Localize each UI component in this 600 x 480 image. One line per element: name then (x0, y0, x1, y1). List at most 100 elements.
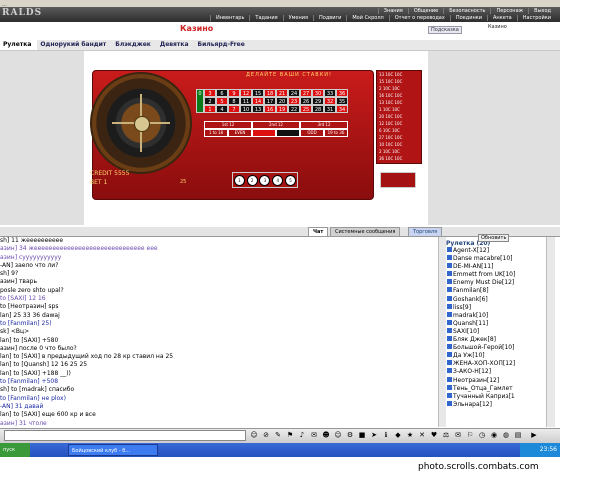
outside-bet[interactable]: 1 to 18 (204, 129, 228, 137)
bet-cell[interactable]: 17 (264, 97, 276, 105)
player-entry[interactable]: З-АКО-Н[12] (446, 368, 546, 376)
player-entry[interactable]: Бляк Джек[8] (446, 336, 546, 344)
player-name[interactable]: Enemy Must Die[12] (453, 279, 514, 286)
group-icon[interactable]: ☺ (334, 431, 342, 440)
player-entry[interactable]: Emmett from UK[10] (446, 271, 546, 279)
player-name[interactable]: DE-MI-AN[11] (453, 263, 493, 270)
player-name[interactable]: Quansh[11] (453, 320, 488, 327)
flag-icon[interactable]: ⚐ (466, 431, 474, 440)
clock-icon[interactable]: ◷ (478, 431, 486, 440)
outside-bet[interactable]: 19 to 36 (324, 129, 348, 137)
game-tab[interactable]: Однорукий бандит (37, 40, 112, 50)
submenu-item[interactable]: Анкета (486, 15, 517, 21)
sound-icon[interactable]: ♪ (298, 431, 306, 440)
bet-cell[interactable]: 15 (252, 89, 264, 97)
bet-cell[interactable]: 22 (288, 105, 300, 113)
bet-cell[interactable]: 2 (204, 97, 216, 105)
start-button[interactable]: пуск (0, 443, 30, 457)
submenu-item[interactable]: Тадания (249, 15, 282, 21)
submenu-item[interactable]: Поединки (449, 15, 487, 21)
outside-bet[interactable]: EVEN (228, 129, 252, 137)
chat-mode-icon[interactable]: ✉ (310, 431, 318, 440)
bet-cell[interactable]: 0 (196, 89, 204, 113)
bet-cell[interactable]: 35 (336, 97, 348, 105)
translit-icon[interactable]: ✎ (274, 431, 282, 440)
bet-cell[interactable]: 34 (336, 105, 348, 113)
bet-cell[interactable]: 9 (228, 89, 240, 97)
chip-button[interactable]: 4 (272, 174, 284, 186)
player-name[interactable]: SAXI[10] (453, 328, 479, 335)
submenu-item[interactable]: Отчет о переводах (388, 15, 450, 21)
bet-cell[interactable]: 12 (240, 89, 252, 97)
bet-cell[interactable]: 1 (204, 105, 216, 113)
bet-cell[interactable]: 36 (336, 89, 348, 97)
player-name[interactable]: Тучанный Каприз[1 (453, 393, 515, 400)
spin-button[interactable] (380, 172, 416, 188)
game-tab[interactable]: Бильярд-Free (195, 40, 251, 50)
menu-item[interactable]: Знания (377, 8, 408, 14)
chip-button[interactable]: 2 (246, 174, 258, 186)
player-name[interactable]: Эльнара[12] (453, 401, 492, 408)
player-entry[interactable]: Тень_Отца_Гамлет (446, 384, 546, 393)
chip-button[interactable]: 1 (233, 174, 245, 186)
submenu-item[interactable]: Подвиги (313, 15, 346, 21)
bet-cell[interactable]: 24 (288, 89, 300, 97)
bet-cell[interactable]: 14 (252, 97, 264, 105)
bet-cell[interactable]: 20 (276, 97, 288, 105)
bet-cell[interactable]: 27 (300, 89, 312, 97)
player-entry[interactable]: Fanmilan[8] (446, 287, 546, 295)
player-name[interactable]: Emmett from UK[10] (453, 271, 515, 278)
player-entry[interactable]: Danse macabre[10] (446, 255, 546, 263)
chip-button[interactable]: 3 (259, 174, 271, 186)
dozen-bet[interactable]: 1st 12 (204, 121, 252, 129)
submenu-item[interactable]: Инвентарь (210, 15, 249, 21)
bet-cell[interactable]: 18 (264, 89, 276, 97)
settings-icon[interactable]: ⚙ (346, 431, 354, 440)
bet-cell[interactable]: 25 (300, 105, 312, 113)
book-icon[interactable]: ▤ (514, 431, 522, 440)
dozen-bet[interactable]: 2nd 12 (252, 121, 300, 129)
arrow-icon[interactable]: ➤ (370, 431, 378, 440)
tab-system-messages[interactable]: Системные сообщения (330, 227, 401, 236)
player-entry[interactable]: ЖЕНА-ХОП-ХОП[12] (446, 360, 546, 368)
bet-cell[interactable]: 21 (276, 89, 288, 97)
player-entry[interactable]: Тучанный Каприз[1 (446, 392, 546, 401)
player-entry[interactable]: DE-MI-AN[11] (446, 263, 546, 271)
refresh-button[interactable]: Обновить (478, 234, 510, 242)
player-entry[interactable]: Эльнара[12] (446, 400, 546, 409)
pin-icon[interactable]: ◉ (490, 431, 498, 440)
bet-cell[interactable]: 32 (324, 97, 336, 105)
player-name[interactable]: Fanmilan[8] (453, 287, 489, 294)
outside-bet[interactable] (252, 129, 276, 137)
player-name[interactable]: Большой-Герой[10] (453, 344, 514, 351)
player-name[interactable]: Goshank[6] (453, 296, 488, 303)
player-name[interactable]: З-АКО-Н[12] (453, 368, 491, 375)
tab-trade[interactable]: Торговля (408, 227, 443, 236)
filter-icon[interactable]: ⚑ (286, 431, 294, 440)
map-icon[interactable]: ◆ (394, 431, 402, 440)
menu-item[interactable]: Общение (407, 8, 443, 14)
dozen-bet[interactable]: 3rd 12 (300, 121, 348, 129)
player-name[interactable]: ЖЕНА-ХОП-ХОП[12] (453, 360, 515, 367)
player-entry[interactable]: Неотразин[12] (446, 376, 546, 385)
player-name[interactable]: liss[9] (453, 304, 471, 311)
bet-cell[interactable]: 16 (264, 105, 276, 113)
player-name[interactable]: Тень_Отца_Гамлет (453, 385, 513, 392)
heart-icon[interactable]: ♥ (430, 431, 438, 440)
player-entry[interactable]: Agent-X[12] (446, 247, 546, 255)
player-name[interactable]: Danse macabre[10] (453, 255, 512, 262)
submenu-item[interactable]: Мой Скролл (346, 15, 388, 21)
player-entry[interactable]: Да Уж[10] (446, 352, 546, 360)
user-icon[interactable]: ☻ (322, 431, 330, 440)
bet-cell[interactable]: 7 (228, 105, 240, 113)
star-icon[interactable]: ★ (406, 431, 414, 440)
player-scrollbar[interactable] (546, 237, 555, 427)
bet-cell[interactable]: 6 (216, 89, 228, 97)
info-icon[interactable]: ℹ (382, 431, 390, 440)
player-entry[interactable]: Enemy Must Die[12] (446, 279, 546, 287)
fight-icon[interactable]: ✕ (418, 431, 426, 440)
submenu-item[interactable]: Умения (282, 15, 313, 21)
trade-icon[interactable]: ⚖ (442, 431, 450, 440)
mail-icon[interactable]: ✉ (454, 431, 462, 440)
bet-cell[interactable]: 4 (216, 105, 228, 113)
